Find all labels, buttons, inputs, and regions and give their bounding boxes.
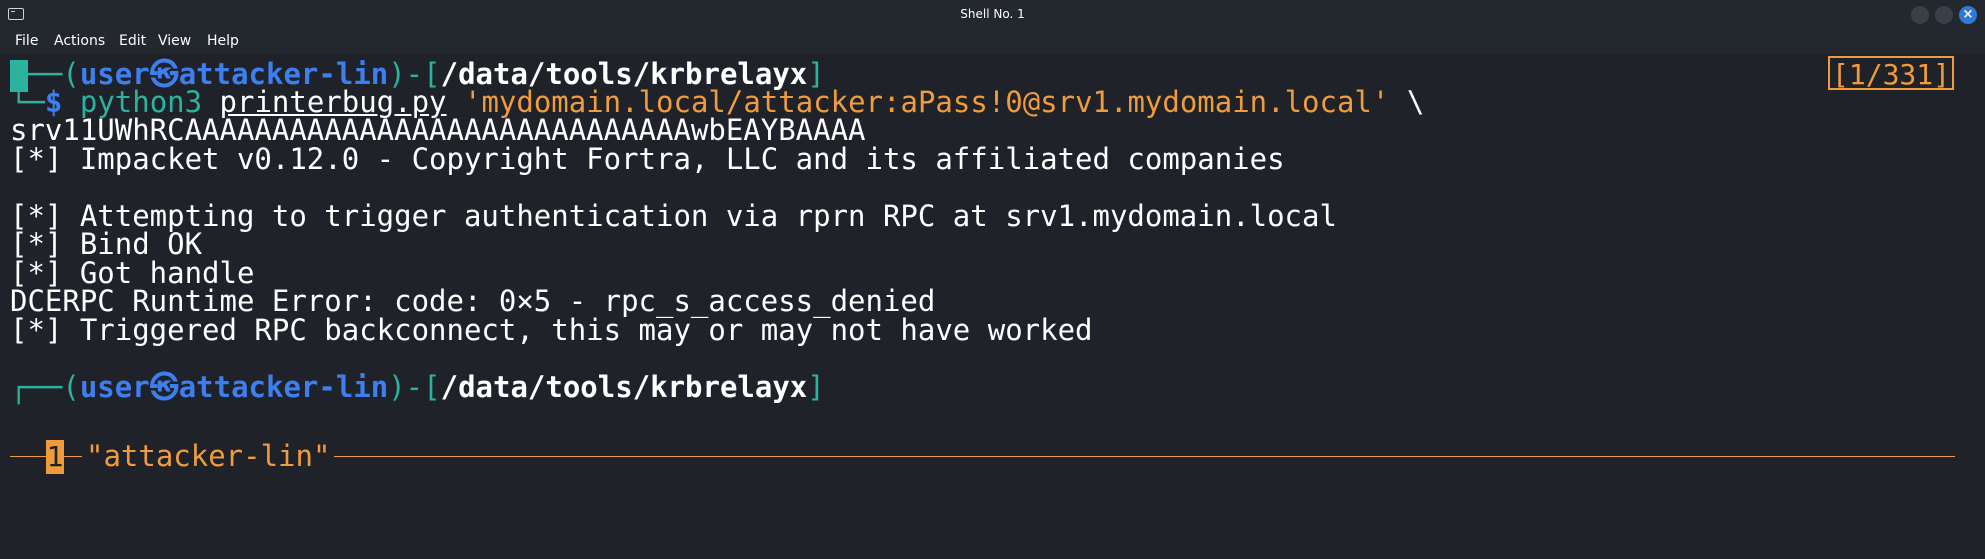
tmux-window-name[interactable]: "attacker-lin": [82, 438, 335, 474]
output-line: [*] Attempting to trigger authentication…: [10, 199, 1337, 233]
menu-edit[interactable]: Edit: [119, 33, 146, 49]
prompt-frame-open: ┌──(: [10, 370, 80, 404]
prompt-at-icon: ㉿: [149, 370, 179, 404]
maximize-button[interactable]: [1935, 6, 1953, 24]
tmux-window-index[interactable]: 1: [46, 440, 64, 474]
menu-actions[interactable]: Actions: [54, 33, 105, 49]
prompt-user: user: [79, 370, 150, 404]
output-line: [*] Impacket v0.12.0 - Copyright Fortra,…: [10, 142, 1285, 176]
terminal-output[interactable]: ┌──(user㉿attacker-lin)-[/data/tools/krbr…: [0, 54, 1985, 559]
prompt-path: /data/tools/krbrelayx: [440, 370, 808, 404]
close-icon: ×: [1962, 7, 1974, 22]
prompt-host: attacker-lin: [178, 370, 389, 404]
prompt-frame-mid: )-[: [388, 370, 441, 404]
line-counter: [1/331]: [1828, 56, 1955, 91]
terminal-window: Shell No. 1 × File Actions Edit View Hel…: [0, 0, 1985, 559]
prompt-line-2: ┌──(user㉿attacker-lin)-[/data/tools/krbr…: [10, 369, 825, 405]
menu-bar: File Actions Edit View Help: [0, 30, 1985, 54]
close-button[interactable]: ×: [1959, 6, 1977, 24]
window-title: Shell No. 1: [960, 7, 1025, 21]
prompt-frame-close: ]: [807, 370, 825, 404]
output-line: [*] Triggered RPC backconnect, this may …: [10, 313, 1093, 347]
menu-file[interactable]: File: [15, 33, 38, 49]
title-bar[interactable]: Shell No. 1 ×: [0, 0, 1985, 30]
command-continuation: \: [1406, 85, 1425, 119]
minimize-button[interactable]: [1911, 6, 1929, 24]
menu-help[interactable]: Help: [207, 33, 239, 49]
menu-view[interactable]: View: [158, 33, 191, 49]
